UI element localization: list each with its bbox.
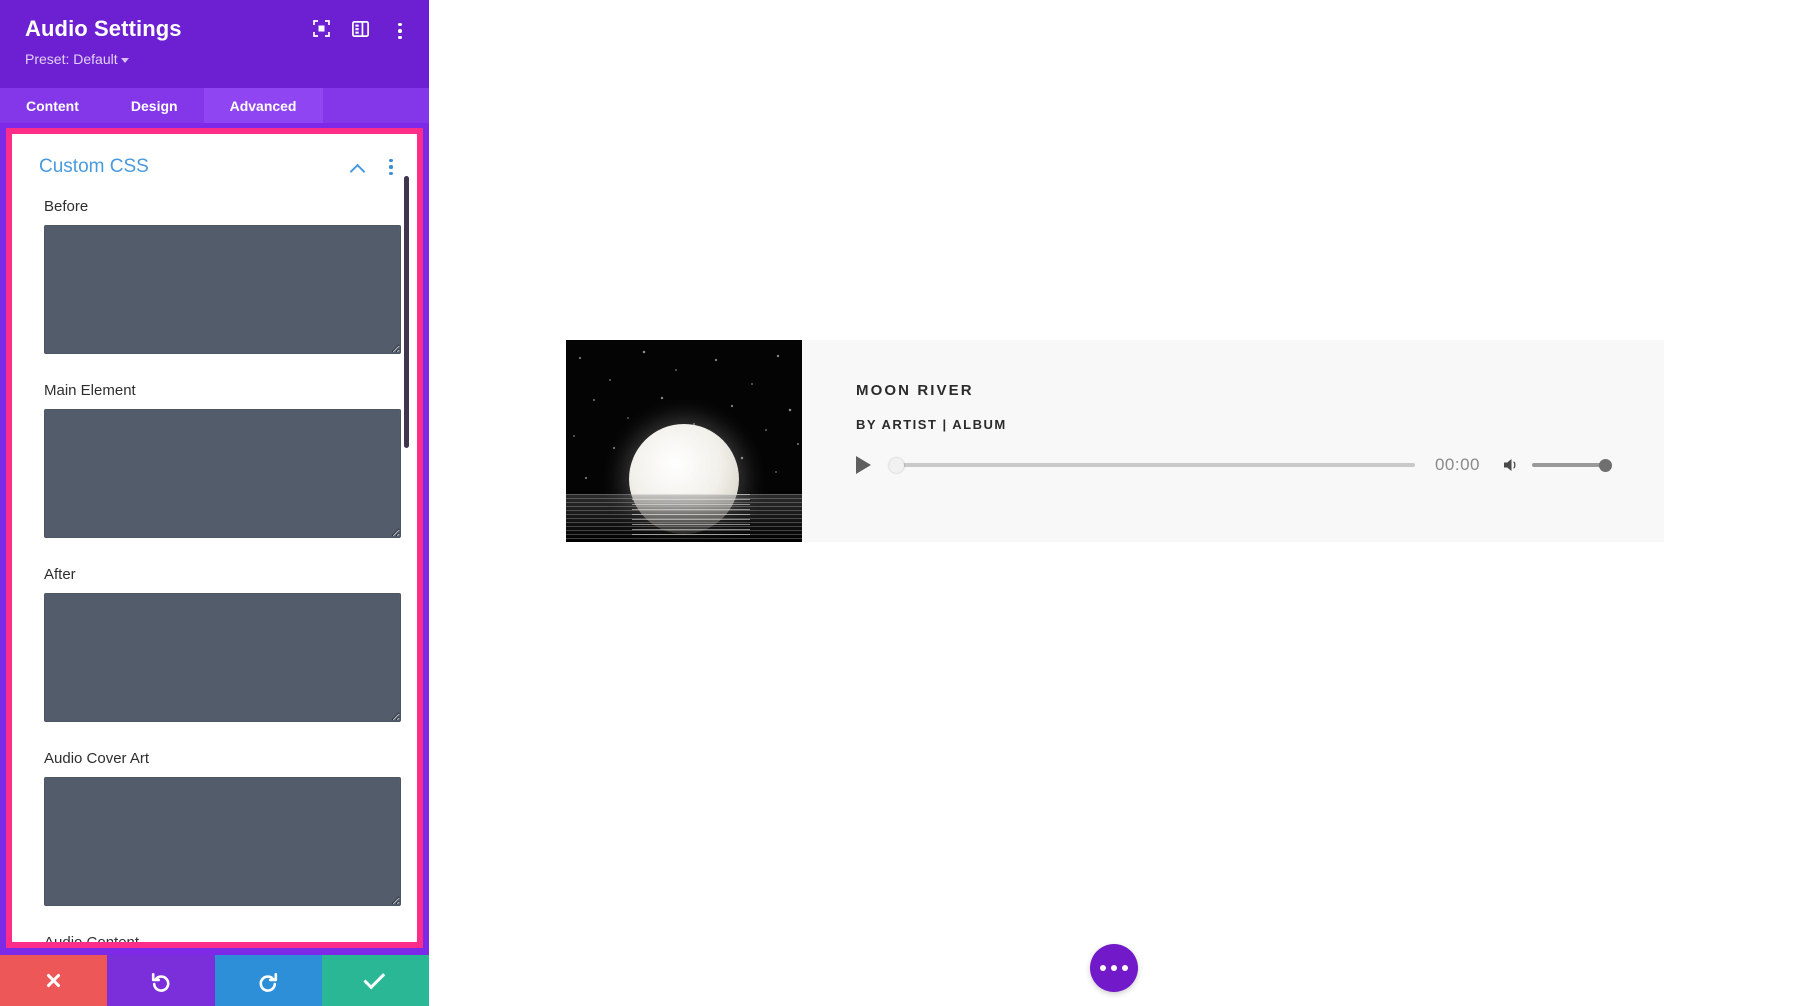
panel-scrollbar-thumb[interactable]: [404, 176, 409, 448]
save-button[interactable]: [321, 955, 429, 1006]
chevron-up-icon[interactable]: [351, 163, 365, 172]
more-horizontal-icon-dot: [1122, 965, 1128, 971]
cover-art-water: [566, 494, 802, 542]
dot: [398, 22, 402, 27]
more-vertical-icon[interactable]: [391, 21, 409, 41]
dot: [398, 29, 402, 33]
app-root: MOON RIVER BY ARTIST | ALBUM 00:00 Audio…: [0, 0, 1800, 1006]
audio-cover-art-css-input[interactable]: [44, 777, 401, 906]
chevron-down-icon: [120, 57, 129, 63]
audio-cover-art: [566, 340, 802, 542]
progress-track: [889, 463, 1415, 467]
custom-css-section-header: Custom CSS: [12, 134, 417, 184]
check-icon: [363, 967, 386, 990]
audio-player-controls: 00:00: [856, 452, 1612, 478]
layout-panel-icon[interactable]: [352, 20, 369, 42]
field-audio-cover-art: Audio Cover Art: [12, 750, 417, 906]
more-vertical-icon[interactable]: [383, 157, 399, 177]
tab-content[interactable]: Content: [0, 88, 105, 123]
field-label: Before: [44, 198, 89, 215]
track-title: MOON RIVER: [856, 382, 974, 399]
progress-knob[interactable]: [889, 457, 904, 473]
more-horizontal-icon-dot: [1100, 965, 1106, 971]
volume-icon[interactable]: [1502, 456, 1522, 474]
audio-content: MOON RIVER BY ARTIST | ALBUM 00:00: [802, 340, 1664, 542]
more-horizontal-icon-dot: [1111, 965, 1117, 971]
tab-advanced[interactable]: Advanced: [203, 88, 323, 123]
panel-header-icons: [313, 20, 409, 42]
volume-slider[interactable]: [1532, 456, 1612, 474]
volume-knob[interactable]: [1599, 458, 1612, 472]
audio-settings-panel: Audio Settings Preset: Default Content D…: [0, 0, 429, 1006]
dot: [398, 35, 402, 40]
custom-css-fields: Before Main Element After Audio Cover Ar…: [12, 184, 417, 948]
preset-label: Preset: Default: [25, 51, 118, 67]
redo-button[interactable]: [214, 955, 322, 1006]
main-element-css-input[interactable]: [44, 409, 401, 538]
after-css-input[interactable]: [44, 593, 401, 722]
panel-body: Custom CSS Before Main Element After Aud…: [6, 128, 423, 948]
undo-icon: [151, 972, 170, 992]
track-meta: BY ARTIST | ALBUM: [856, 417, 1007, 432]
panel-tabs: Content Design Advanced: [0, 88, 429, 123]
field-before: Before: [12, 198, 417, 354]
redo-icon: [259, 972, 278, 992]
preset-selector[interactable]: Preset: Default: [25, 51, 129, 67]
panel-scroll-area: Custom CSS Before Main Element After Aud…: [12, 134, 417, 942]
dot: [389, 165, 393, 169]
current-time: 00:00: [1434, 455, 1480, 474]
focus-icon[interactable]: [313, 20, 330, 42]
audio-module: MOON RIVER BY ARTIST | ALBUM 00:00: [566, 340, 1664, 542]
section-title[interactable]: Custom CSS: [39, 156, 351, 178]
field-label: Main Element: [44, 382, 136, 399]
field-main-element: Main Element: [12, 382, 417, 538]
progress-slider[interactable]: [889, 456, 1415, 474]
dot: [389, 159, 393, 163]
field-after: After: [12, 566, 417, 722]
panel-header: Audio Settings Preset: Default: [0, 0, 429, 88]
field-audio-content: Audio Content: [12, 934, 417, 948]
before-css-input[interactable]: [44, 225, 401, 354]
field-label: Audio Cover Art: [44, 750, 150, 767]
dot: [389, 171, 393, 175]
close-icon: [45, 972, 62, 989]
panel-action-bar: [0, 955, 429, 1006]
undo-button[interactable]: [107, 955, 215, 1006]
tab-design[interactable]: Design: [105, 88, 204, 123]
cancel-button[interactable]: [0, 955, 108, 1006]
page-settings-fab[interactable]: [1090, 944, 1138, 992]
field-label: After: [44, 566, 76, 583]
field-label: Audio Content: [44, 934, 140, 948]
play-icon[interactable]: [856, 456, 871, 474]
